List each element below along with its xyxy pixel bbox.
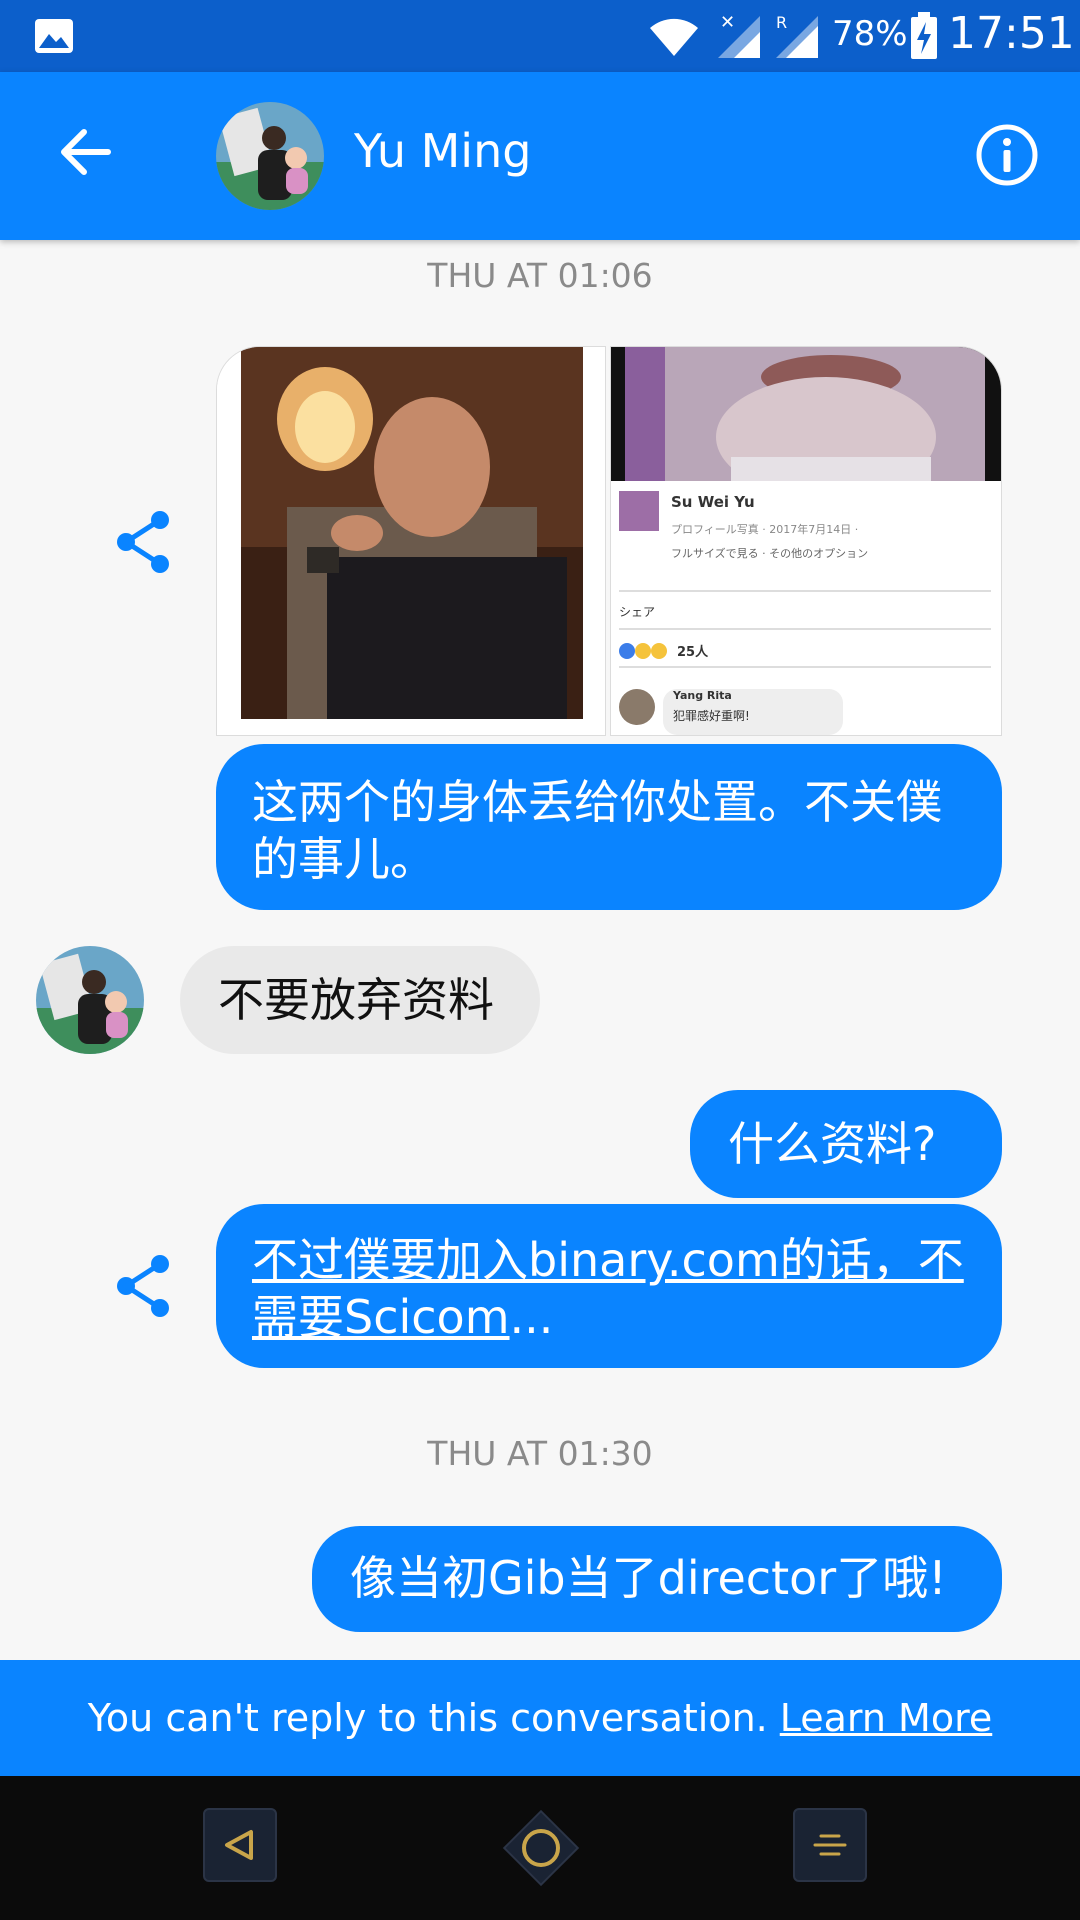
svg-text:✕: ✕ [720, 12, 735, 33]
nav-back-button[interactable] [203, 1808, 277, 1882]
contact-avatar[interactable] [216, 102, 324, 210]
signal-x-icon: ✕ [718, 12, 760, 58]
reaction-count: 25人 [677, 645, 709, 660]
timestamp: THU AT 01:30 [427, 1434, 653, 1473]
share-icon[interactable] [116, 1254, 172, 1318]
message-text: 这两个的身体丢给你处置。不关僕的事儿。 [252, 775, 942, 886]
outgoing-link-message[interactable]: 不过僕要加入binary.com的话，不 需要Scicom... [216, 1204, 1002, 1368]
gallery-icon [35, 19, 73, 53]
status-bar: ✕ R 78% 17:51 [0, 0, 1080, 72]
commenter-name: Yang Rita [673, 689, 732, 702]
cannot-reply-banner: You can't reply to this conversation. Le… [0, 1660, 1080, 1776]
banner-text: You can't reply to this conversation. [87, 1696, 768, 1740]
post-share-label: シェア [619, 605, 656, 619]
message-link[interactable]: 不过僕要加入binary.com的话，不 [252, 1233, 964, 1287]
incoming-message[interactable]: 不要放弃资料 [180, 946, 540, 1054]
nav-menu-icon [813, 1834, 847, 1856]
outgoing-message[interactable]: 这两个的身体丢给你处置。不关僕的事儿。 [216, 744, 1002, 910]
back-arrow-icon[interactable] [56, 122, 116, 182]
roaming-indicator: R [776, 13, 787, 32]
learn-more-link[interactable]: Learn More [780, 1696, 993, 1740]
share-icon[interactable] [116, 510, 172, 574]
message-ellipsis: ... [509, 1290, 554, 1344]
conversation-header: Yu Ming [0, 72, 1080, 240]
comment-text: 犯罪感好重啊! [673, 709, 750, 723]
battery-percent: 78% [832, 14, 908, 54]
sender-avatar[interactable] [36, 946, 144, 1054]
message-text: 不要放弃资料 [218, 973, 494, 1027]
system-nav-bar [0, 1776, 1080, 1920]
outgoing-message[interactable]: 像当初Gib当了director了哦! [312, 1526, 1002, 1632]
wifi-icon [650, 18, 698, 56]
post-author: Su Wei Yu [671, 493, 755, 511]
nav-home-button[interactable] [493, 1800, 589, 1896]
facebook-post-preview: Su Wei Yu プロフィール写真 · 2017年7月14日 · フルサイズで… [611, 481, 1001, 735]
nav-menu-button[interactable] [793, 1808, 867, 1882]
message-text: 像当初Gib当了director了哦! [350, 1551, 947, 1605]
nav-back-icon [225, 1830, 253, 1860]
message-text: 什么资料? [728, 1117, 937, 1171]
contact-name[interactable]: Yu Ming [354, 124, 531, 178]
message-link[interactable]: 需要Scicom [252, 1290, 510, 1344]
shared-photo-1[interactable] [216, 346, 606, 736]
shared-photo-2[interactable]: Su Wei Yu プロフィール写真 · 2017年7月14日 · フルサイズで… [610, 346, 1002, 736]
post-options: フルサイズで見る · その他のオプション [671, 547, 869, 560]
battery-charging-icon [911, 12, 937, 59]
clock: 17:51 [948, 8, 1075, 59]
outgoing-message[interactable]: 什么资料? [690, 1090, 1002, 1198]
timestamp: THU AT 01:06 [427, 256, 653, 295]
info-icon[interactable] [976, 124, 1038, 186]
signal-roaming-icon: R [776, 13, 818, 58]
post-meta: プロフィール写真 · 2017年7月14日 · [671, 523, 859, 536]
